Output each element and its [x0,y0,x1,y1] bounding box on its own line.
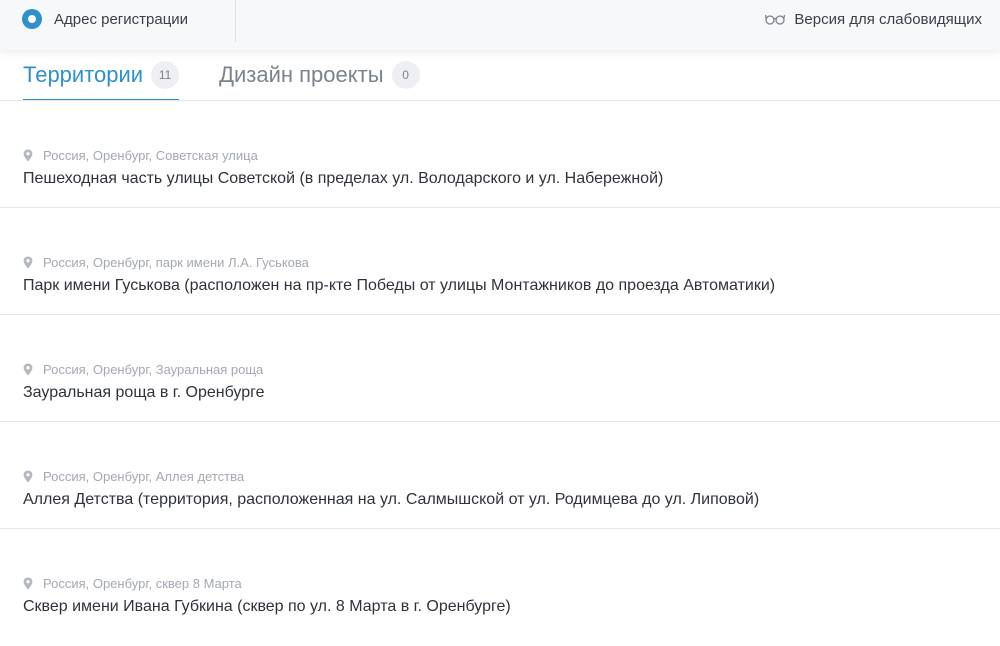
item-title[interactable]: Сквер имени Ивана Губкина (сквер по ул. … [23,598,511,616]
territory-list: Россия, Оренбург, Советская улица Пешехо… [0,101,1000,635]
item-location-text: Россия, Оренбург, Советская улица [43,147,258,163]
item-title[interactable]: Аллея Детства (территория, расположенная… [23,491,759,509]
list-item[interactable]: Россия, Оренбург, парк имени Л.А. Гусько… [0,208,1000,315]
top-bar: Адрес регистрации Версия для слабовидящи… [0,0,1000,50]
item-location: Россия, Оренбург, Аллея детства [23,468,244,484]
map-pin-icon [23,256,33,268]
item-location: Россия, Оренбург, сквер 8 Марта [23,575,242,591]
map-pin-icon [23,577,33,589]
list-item[interactable]: Россия, Оренбург, сквер 8 Марта Сквер им… [0,529,1000,635]
radio-selected-icon[interactable] [22,9,42,29]
item-title[interactable]: Зауральная роща в г. Оренбурге [23,384,265,402]
registration-address-label: Адрес регистрации [54,10,189,28]
tabs: Территории 11 Дизайн проекты 0 [23,58,460,102]
accessibility-version-label: Версия для слабовидящих [794,10,982,28]
item-title[interactable]: Пешеходная часть улицы Советской (в пред… [23,170,663,188]
map-pin-icon [23,149,33,161]
tab-design-projects[interactable]: Дизайн проекты 0 [219,58,420,92]
tab-design-projects-label: Дизайн проекты [219,62,384,87]
item-location: Россия, Оренбург, Зауральная роща [23,361,263,377]
map-pin-icon [23,470,33,482]
registration-address-toggle[interactable]: Адрес регистрации [22,8,188,30]
topbar-divider [235,0,236,42]
list-item[interactable]: Россия, Оренбург, Аллея детства Аллея Де… [0,422,1000,529]
item-location-text: Россия, Оренбург, Аллея детства [43,468,245,484]
item-location-text: Россия, Оренбург, сквер 8 Марта [43,575,242,591]
accessibility-version-link[interactable]: Версия для слабовидящих [765,8,982,30]
tab-territories[interactable]: Территории 11 [23,58,180,101]
map-pin-icon [23,363,33,375]
item-location-text: Россия, Оренбург, Зауральная роща [43,361,264,377]
list-item[interactable]: Россия, Оренбург, Зауральная роща Заурал… [0,315,1000,422]
item-location: Россия, Оренбург, Советская улица [23,147,258,163]
glasses-icon [765,14,786,25]
tab-territories-count-badge: 11 [151,61,180,89]
item-location: Россия, Оренбург, парк имени Л.А. Гусько… [23,254,309,270]
tab-design-projects-count-badge: 0 [391,61,420,89]
item-title[interactable]: Парк имени Гуськова (расположен на пр-кт… [23,277,775,295]
list-item[interactable]: Россия, Оренбург, Советская улица Пешехо… [0,101,1000,208]
tab-territories-label: Территории [23,62,144,87]
item-location-text: Россия, Оренбург, парк имени Л.А. Гусько… [43,254,309,270]
